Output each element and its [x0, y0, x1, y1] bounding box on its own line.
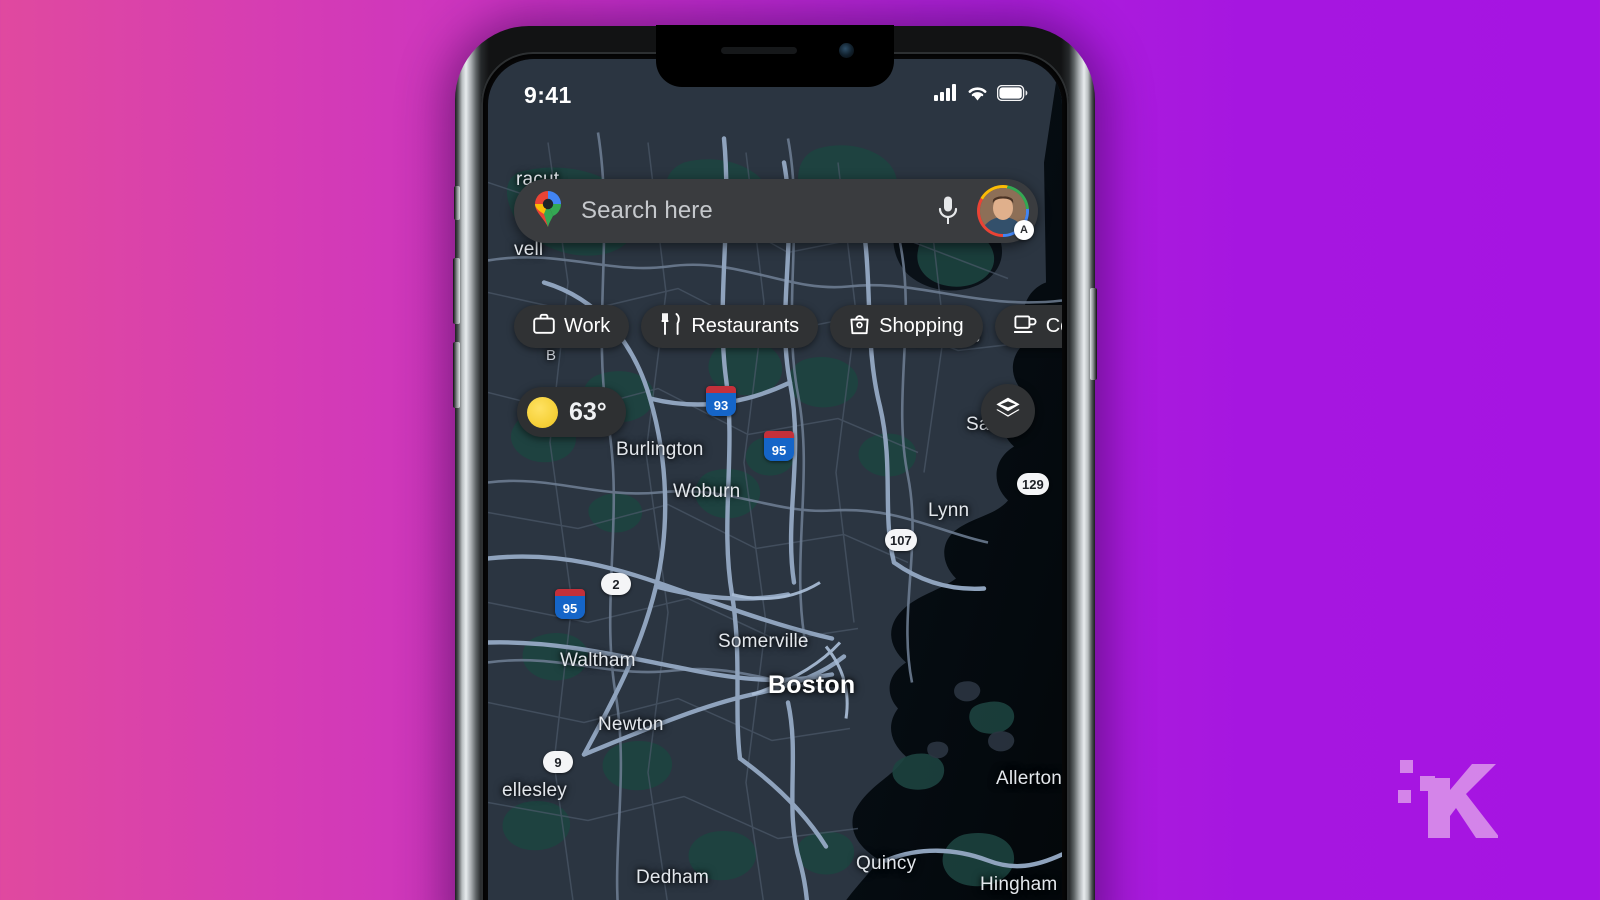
weather-widget[interactable]: 63°	[517, 387, 626, 437]
power-button[interactable]	[1090, 288, 1097, 380]
route-shield-107[interactable]: 107	[885, 529, 917, 551]
search-input[interactable]: Search here	[581, 197, 929, 225]
front-camera-icon	[839, 43, 854, 58]
chip-coffee[interactable]: Coffee	[994, 305, 1062, 348]
chip-work-label: Work	[564, 315, 611, 337]
device-notch	[656, 25, 894, 87]
chip-shopping[interactable]: Shopping	[830, 305, 983, 348]
iphone-device: racut vell B Danvers Burlington Salem Wo…	[453, 25, 1097, 900]
volume-up-button[interactable]	[453, 258, 460, 324]
google-maps-pin-icon	[531, 190, 565, 233]
chip-shopping-label: Shopping	[879, 315, 964, 337]
route-shield-129[interactable]: 129	[1017, 473, 1049, 495]
chip-coffee-label: Coffee	[1045, 315, 1062, 337]
shopping-bag-icon	[849, 313, 870, 341]
chip-restaurants-label: Restaurants	[691, 315, 800, 337]
route-shield-i93[interactable]: 93	[706, 386, 736, 416]
volume-down-button[interactable]	[453, 342, 460, 408]
chip-restaurants[interactable]: Restaurants	[641, 305, 819, 348]
search-bar[interactable]: Search here A	[514, 179, 1038, 243]
avatar[interactable]: A	[977, 185, 1034, 240]
route-shield-i95-south[interactable]: 95	[555, 589, 585, 619]
map-layers-button[interactable]	[981, 384, 1035, 438]
category-chip-row[interactable]: Work Restaurants Shopping C	[514, 305, 1062, 348]
earpiece-speaker	[721, 47, 797, 54]
chip-work[interactable]: Work	[514, 305, 630, 348]
route-shield-9[interactable]: 9	[543, 751, 573, 773]
knowtechie-watermark	[1378, 738, 1500, 838]
route-shield-2[interactable]: 2	[601, 573, 631, 595]
sun-icon	[527, 396, 558, 428]
assistant-badge[interactable]: A	[1014, 220, 1034, 240]
coffee-cup-icon	[1013, 313, 1037, 340]
phone-screen: racut vell B Danvers Burlington Salem Wo…	[488, 59, 1062, 900]
briefcase-icon	[533, 313, 555, 340]
weather-temperature: 63°	[569, 397, 607, 426]
layers-icon	[994, 395, 1022, 428]
fork-knife-icon	[660, 312, 682, 341]
microphone-icon[interactable]	[929, 195, 967, 227]
route-shield-i95[interactable]: 95	[764, 431, 794, 461]
mute-switch[interactable]	[454, 186, 460, 220]
